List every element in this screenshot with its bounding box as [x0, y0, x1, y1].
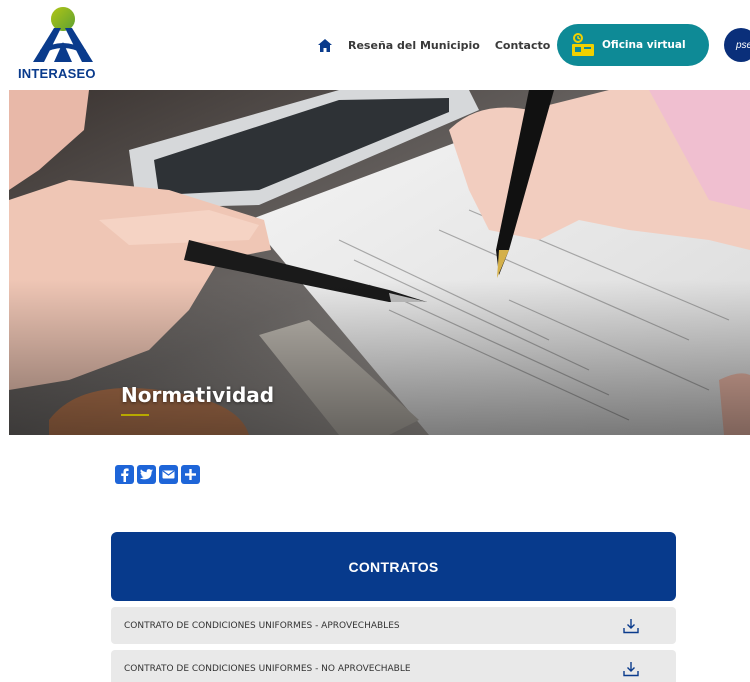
facebook-icon[interactable]: [115, 465, 134, 484]
share-bar: [115, 465, 200, 484]
twitter-icon[interactable]: [137, 465, 156, 484]
interaseo-logo[interactable]: INTERASEO: [16, 6, 108, 81]
title-underline: [121, 414, 149, 416]
page-title: Normatividad: [121, 383, 275, 407]
download-icon[interactable]: [622, 617, 640, 635]
site-header: INTERASEO Reseña del Municipio Contacto …: [0, 0, 750, 90]
logo-mark: [33, 7, 93, 62]
main-nav: Reseña del Municipio Contacto: [318, 24, 565, 66]
oficina-virtual-button[interactable]: Oficina virtual: [557, 24, 709, 66]
home-icon[interactable]: [318, 36, 336, 54]
document-title: CONTRATO DE CONDICIONES UNIFORMES - APRO…: [124, 620, 400, 631]
document-row[interactable]: CONTRATO DE CONDICIONES UNIFORMES - APRO…: [111, 607, 676, 644]
email-icon[interactable]: [159, 465, 178, 484]
document-row[interactable]: CONTRATO DE CONDICIONES UNIFORMES - NO A…: [111, 650, 676, 682]
logo-text: INTERASEO: [18, 66, 96, 81]
office-icon: [570, 32, 596, 58]
nav-link-contacto[interactable]: Contacto: [495, 39, 550, 52]
hero-banner: Normatividad: [9, 90, 750, 435]
download-icon[interactable]: [622, 660, 640, 678]
oficina-virtual-label: Oficina virtual: [602, 39, 686, 51]
contratos-header: CONTRATOS: [111, 532, 676, 601]
document-title: CONTRATO DE CONDICIONES UNIFORMES - NO A…: [124, 663, 411, 674]
contratos-title: CONTRATOS: [348, 558, 439, 575]
pse-label: pse: [735, 39, 750, 51]
nav-link-resena[interactable]: Reseña del Municipio: [348, 39, 480, 52]
pse-button[interactable]: pse: [724, 28, 750, 62]
plus-icon[interactable]: [181, 465, 200, 484]
